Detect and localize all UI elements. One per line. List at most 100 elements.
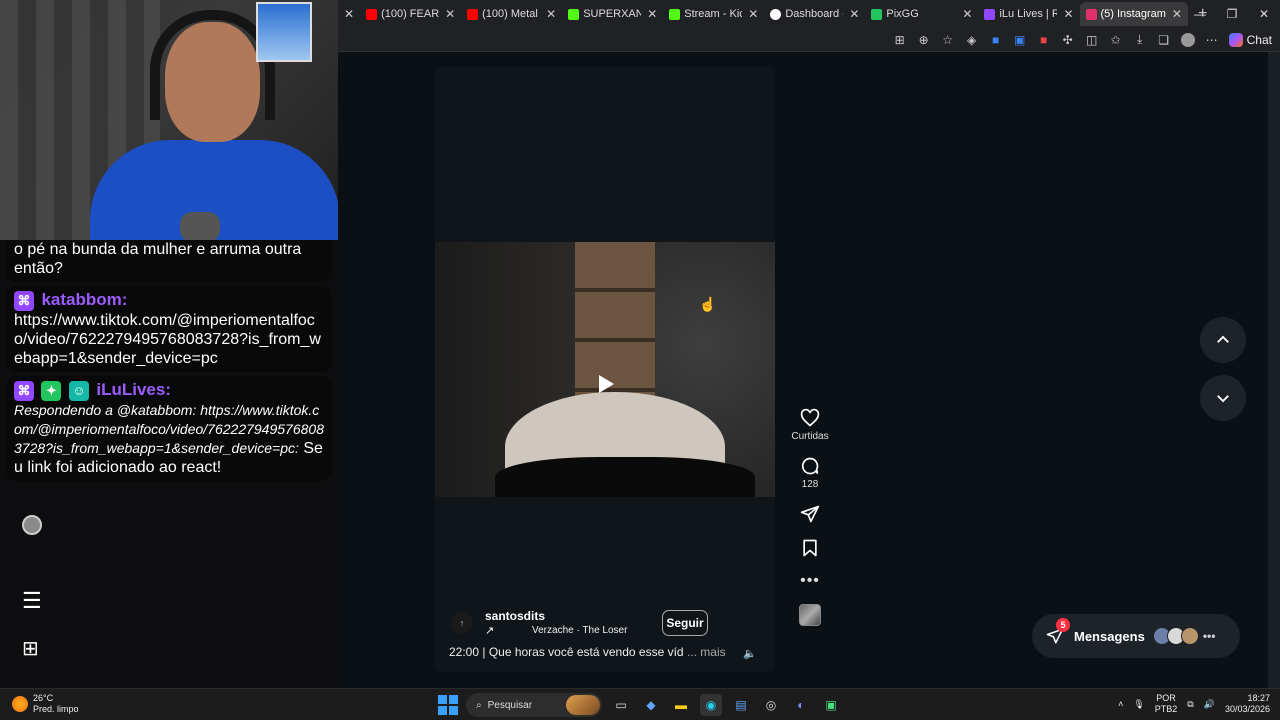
more-link[interactable]: ... mais <box>687 645 726 659</box>
browser-tab[interactable]: iLu Lives | React ✕ <box>978 2 1079 26</box>
browser-tab[interactable]: (100) Metal Instr ✕ <box>461 2 562 26</box>
hand-cursor-icon: ☝ <box>699 296 717 312</box>
browser-tab[interactable]: (100) FEAR THE ✕ <box>360 2 461 26</box>
share-button[interactable] <box>788 504 832 524</box>
twitch-icon <box>984 8 996 20</box>
comment-button[interactable]: 128 <box>788 456 832 490</box>
browser-tab[interactable]: PixGG ✕ <box>865 2 978 26</box>
browser-tab[interactable]: SUPERXANDAO ✕ <box>562 2 663 26</box>
network-icon[interactable]: ⧉ <box>1187 699 1193 710</box>
kick-icon <box>568 8 580 20</box>
bot-badge-icon: ☺ <box>68 380 89 401</box>
audio-thumb-icon <box>799 604 821 626</box>
minimize-button[interactable]: — <box>1184 7 1216 21</box>
close-icon[interactable]: ✕ <box>546 7 556 21</box>
window-controls: — ❐ ✕ <box>1184 0 1280 28</box>
comment-icon <box>801 457 819 475</box>
extension-icon[interactable]: ■ <box>1037 33 1051 47</box>
chevron-up-icon <box>1217 335 1229 343</box>
play-icon[interactable] <box>593 372 617 396</box>
weather-widget[interactable]: 26°C Pred. limpo <box>12 693 79 715</box>
webcam-feed <box>0 0 338 240</box>
previous-reel-button[interactable] <box>1200 317 1246 363</box>
extension-icon[interactable]: ◈ <box>965 33 979 47</box>
close-icon[interactable]: ✕ <box>748 7 758 21</box>
tab-label: SUPERXANDAO <box>583 8 642 20</box>
download-icon[interactable]: ⤓ <box>1133 32 1147 47</box>
copilot-chat-button[interactable]: Chat <box>1228 32 1272 47</box>
audio-track[interactable]: Verzache · The Loser <box>532 625 627 636</box>
edge-icon[interactable]: ◉ <box>700 694 722 716</box>
language-indicator[interactable]: POR PTB2 <box>1155 693 1178 715</box>
chat-username: katabbom: <box>41 290 128 309</box>
store-icon[interactable]: ▤ <box>730 694 752 716</box>
clock[interactable]: 18:27 30/03/2026 <box>1225 693 1270 715</box>
reel-container[interactable]: ↑ santosdits ↗ Verzache · The Loser Segu… <box>435 67 775 672</box>
browser-tab[interactable]: Dashboard - Liv ✕ <box>764 2 865 26</box>
volume-icon[interactable]: 🔊 <box>1204 699 1215 710</box>
split-screen-icon[interactable]: ◫ <box>1085 33 1099 47</box>
avatar <box>1180 627 1199 645</box>
zoom-icon[interactable]: ⊕ <box>917 33 931 47</box>
close-icon[interactable]: ✕ <box>962 7 972 21</box>
app-icon[interactable]: ⊞ <box>893 33 907 47</box>
close-icon[interactable]: ✕ <box>1172 7 1182 21</box>
collections-icon[interactable]: ❏ <box>1157 33 1171 47</box>
audio-thumbnail[interactable] <box>788 604 832 626</box>
discord-icon[interactable]: ◐ <box>790 694 812 716</box>
app-icon[interactable]: ▣ <box>820 694 842 716</box>
favorites-icon[interactable]: ✩ <box>1109 33 1123 47</box>
chat-message-text: https://www.tiktok.com/@imperiomentalfoc… <box>14 311 321 367</box>
more-options-button[interactable]: ••• <box>788 572 832 590</box>
tab-label: (100) FEAR THE <box>381 8 440 20</box>
windows-taskbar: 26°C Pred. limpo ⌕ Pesquisar ▭ ◆ ▬ ◉ ▤ ◎… <box>0 688 1280 720</box>
chevron-down-icon <box>1217 395 1229 403</box>
weather-text: Pred. limpo <box>33 704 79 714</box>
close-icon[interactable]: ✕ <box>647 7 657 21</box>
chevron-up-icon[interactable]: ˄ <box>1118 699 1123 709</box>
follow-button[interactable]: Seguir <box>662 610 708 636</box>
author-username[interactable]: santosdits <box>485 609 545 623</box>
chat-label: Chat <box>1246 32 1272 47</box>
next-reel-button[interactable] <box>1200 375 1246 421</box>
close-icon[interactable]: ✕ <box>445 7 455 21</box>
obs-icon[interactable]: ◎ <box>760 694 782 716</box>
microphone-icon[interactable]: 🎙 <box>1133 699 1144 710</box>
browser-tab[interactable]: Stream - Kick Da ✕ <box>663 2 764 26</box>
chat-message: o pé na bunda da mulher e arruma outra e… <box>6 240 332 282</box>
close-icon[interactable]: ✕ <box>1063 7 1073 21</box>
star-icon[interactable]: ☆ <box>941 33 955 47</box>
grid-icon[interactable]: ⊞ <box>22 636 39 661</box>
maximize-button[interactable]: ❐ <box>1216 7 1248 21</box>
volume-icon[interactable]: 🔈 <box>743 647 757 660</box>
browser-tab-active[interactable]: (5) Instagram ✕ <box>1079 2 1188 26</box>
like-label: Curtidas <box>791 431 829 442</box>
messages-button[interactable]: 5 Mensagens ••• <box>1032 614 1240 658</box>
profile-avatar[interactable] <box>22 515 42 535</box>
browser-toolbar: ⊞ ⊕ ☆ ◈ ■ ▣ ■ ✣ ◫ ✩ ⤓ ❏ ⋯ Chat <box>338 28 1280 52</box>
taskbar-search[interactable]: ⌕ Pesquisar <box>466 693 602 717</box>
file-explorer-icon[interactable]: ▬ <box>670 694 692 716</box>
tab-label: iLu Lives | React <box>999 8 1058 20</box>
scrollbar[interactable] <box>1268 52 1280 688</box>
extension-icon[interactable]: ■ <box>989 33 1003 47</box>
messages-badge: 5 <box>1056 618 1070 632</box>
close-window-button[interactable]: ✕ <box>1248 7 1280 21</box>
profile-avatar[interactable] <box>1180 32 1195 47</box>
close-icon[interactable]: ✕ <box>849 7 859 21</box>
caption-text: 22:00 | Que horas você está vendo esse v… <box>449 645 684 659</box>
vip-badge-icon: ✦ <box>41 380 62 401</box>
browser-tab-bar: ✕ (100) FEAR THE ✕ (100) Metal Instr ✕ S… <box>338 0 1280 28</box>
windows-start-icon[interactable] <box>438 695 458 715</box>
like-button[interactable]: Curtidas <box>788 408 832 442</box>
reel-video[interactable] <box>435 242 775 497</box>
save-button[interactable] <box>788 538 832 558</box>
puzzle-icon[interactable]: ✣ <box>1061 33 1075 47</box>
author-avatar[interactable]: ↑ <box>451 612 473 634</box>
copilot-icon[interactable]: ◆ <box>640 694 662 716</box>
task-view-icon[interactable]: ▭ <box>610 694 632 716</box>
more-icon[interactable]: ⋯ <box>1205 33 1219 47</box>
translate-icon[interactable]: ▣ <box>1013 33 1027 47</box>
close-icon[interactable]: ✕ <box>338 7 360 21</box>
menu-icon[interactable]: ☰ <box>22 588 42 614</box>
